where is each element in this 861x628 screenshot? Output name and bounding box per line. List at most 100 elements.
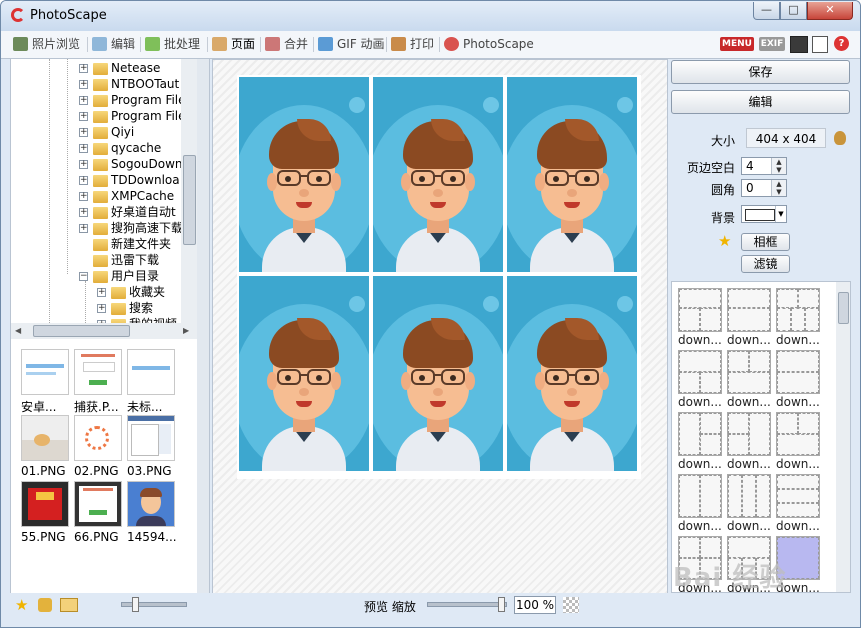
tree-folder-item[interactable]: − 用户目录 xyxy=(79,268,159,284)
expand-icon[interactable]: + xyxy=(79,80,88,89)
expand-icon[interactable]: + xyxy=(79,128,88,137)
minimize-button[interactable]: — xyxy=(753,2,780,20)
frame-template[interactable]: down... xyxy=(776,350,820,409)
scroll-left-arrow-icon[interactable]: ◀ xyxy=(15,326,21,335)
close-button[interactable]: ✕ xyxy=(807,2,853,20)
zoom-slider[interactable] xyxy=(427,597,507,612)
star-icon[interactable]: ★ xyxy=(718,233,731,249)
expand-icon[interactable]: + xyxy=(79,144,88,153)
scroll-right-arrow-icon[interactable]: ▶ xyxy=(183,326,189,335)
frame-template[interactable]: down... xyxy=(678,288,722,347)
frame-template[interactable]: down... xyxy=(727,288,771,347)
scrollbar-thumb[interactable] xyxy=(33,325,130,337)
frame-template[interactable]: down... xyxy=(678,350,722,409)
transparency-icon[interactable] xyxy=(563,597,579,613)
scrollbar-thumb[interactable] xyxy=(183,155,196,245)
tree-folder-item[interactable]: + 搜狗高速下载 xyxy=(79,220,181,236)
file-thumbnail[interactable]: 03.PNG xyxy=(127,415,179,478)
expand-icon[interactable]: + xyxy=(97,288,106,297)
maximize-button[interactable]: □ xyxy=(780,2,807,20)
corner-stepper[interactable]: 0 ▲ ▼ xyxy=(741,179,787,197)
tree-horizontal-scrollbar[interactable]: ◀ ▶ xyxy=(11,323,197,339)
file-thumbnail[interactable]: 安卓... xyxy=(21,349,73,415)
thumbnail-size-slider[interactable] xyxy=(121,597,187,612)
tab-print[interactable]: 打印 xyxy=(389,34,439,55)
tab-editor[interactable]: 编辑 xyxy=(90,34,140,55)
folder-tree[interactable]: + Netease + NTBOOTaut + Program File + Program … xyxy=(11,59,181,323)
frame-template[interactable]: down... xyxy=(727,474,771,533)
panel-splitter[interactable] xyxy=(197,59,209,594)
page-canvas[interactable] xyxy=(212,59,668,595)
layout-photo-cell[interactable] xyxy=(373,77,503,272)
expand-icon[interactable]: + xyxy=(79,112,88,121)
expand-icon[interactable]: + xyxy=(79,224,88,233)
layout-photo-cell[interactable] xyxy=(507,276,637,471)
edit-button[interactable]: 编辑 xyxy=(671,90,850,114)
tree-folder-item[interactable]: +迅雷下载 xyxy=(79,252,159,268)
slider-knob[interactable] xyxy=(498,597,505,612)
frame-template-list[interactable]: down... down... down... down... down... down.… xyxy=(671,281,851,593)
expand-icon[interactable]: + xyxy=(79,208,88,217)
exif-button[interactable]: EXIF xyxy=(759,37,785,51)
stepper-arrows-icon[interactable]: ▲ ▼ xyxy=(771,180,786,196)
refresh-folder-icon[interactable] xyxy=(38,598,52,612)
frame-template[interactable]: down... xyxy=(727,412,771,471)
file-thumbnail[interactable]: 捕获.P... xyxy=(74,349,126,415)
tree-folder-item[interactable]: + NTBOOTaut xyxy=(79,76,179,92)
tree-folder-item[interactable]: + Netease xyxy=(79,60,160,76)
layout-photo-cell[interactable] xyxy=(373,276,503,471)
tab-page[interactable]: 页面 xyxy=(210,34,260,55)
tab-viewer[interactable]: 照片浏览 xyxy=(11,34,87,55)
tree-vertical-scrollbar[interactable] xyxy=(181,59,197,323)
frame-template[interactable]: down... xyxy=(727,350,771,409)
expand-icon[interactable]: + xyxy=(79,160,88,169)
filter-button[interactable]: 滤镜 xyxy=(741,255,790,273)
frame-template[interactable]: down... xyxy=(678,412,722,471)
tree-folder-item[interactable]: +新建文件夹 xyxy=(79,236,171,252)
menu-button[interactable]: MENU xyxy=(720,37,754,51)
layout-photo-cell[interactable] xyxy=(239,77,369,272)
file-thumbnail[interactable]: 55.PNG xyxy=(21,481,73,544)
open-folder-icon[interactable] xyxy=(60,598,78,612)
file-thumbnail[interactable]: 01.PNG xyxy=(21,415,73,478)
copy-icon[interactable] xyxy=(812,36,828,53)
save-button[interactable]: 保存 xyxy=(671,60,850,84)
file-thumbnail[interactable]: 02.PNG xyxy=(74,415,126,478)
frame-button[interactable]: 相框 xyxy=(741,233,790,251)
file-thumbnail[interactable]: 66.PNG xyxy=(74,481,126,544)
frame-template[interactable]: down... xyxy=(678,474,722,533)
tab-gif[interactable]: GIF 动画 xyxy=(316,34,386,55)
layout-photo-cell[interactable] xyxy=(507,77,637,272)
expand-icon[interactable]: + xyxy=(97,304,106,313)
favorite-star-icon[interactable]: ★ xyxy=(15,596,28,614)
tab-combine[interactable]: 合并 xyxy=(263,34,313,55)
tree-folder-item[interactable]: +我的视频 xyxy=(97,316,177,323)
slider-knob[interactable] xyxy=(132,597,139,612)
tab-photoscape[interactable]: PhotoScape xyxy=(442,34,534,55)
tree-folder-item[interactable]: + Program File xyxy=(79,108,181,124)
frame-template[interactable]: down... xyxy=(776,474,820,533)
tree-folder-item[interactable]: + Qiyi xyxy=(79,124,134,140)
tree-folder-item[interactable]: + 搜索 xyxy=(97,300,153,316)
tree-folder-item[interactable]: + Program File xyxy=(79,92,181,108)
zoom-value[interactable]: 100 % xyxy=(514,596,556,614)
tree-folder-item[interactable]: + TDDownloa xyxy=(79,172,180,188)
margin-stepper[interactable]: 4 ▲ ▼ xyxy=(741,157,787,175)
film-icon[interactable] xyxy=(790,36,808,53)
acorn-icon[interactable] xyxy=(834,131,846,145)
frame-template[interactable]: down... xyxy=(776,288,820,347)
stepper-arrows-icon[interactable]: ▲ ▼ xyxy=(771,158,786,174)
expand-icon[interactable]: + xyxy=(79,176,88,185)
tab-batch[interactable]: 批处理 xyxy=(143,34,207,55)
file-thumbnail[interactable]: 未标... xyxy=(127,349,179,415)
expand-icon[interactable]: + xyxy=(79,64,88,73)
tree-folder-item[interactable]: + 好桌道自动t xyxy=(79,204,176,220)
frame-list-scrollbar[interactable] xyxy=(836,282,850,592)
collapse-icon[interactable]: − xyxy=(79,272,88,281)
tree-folder-item[interactable]: + qycache xyxy=(79,140,161,156)
help-icon[interactable]: ? xyxy=(834,36,849,51)
tree-folder-item[interactable]: + SogouDown xyxy=(79,156,181,172)
layout-photo-cell[interactable] xyxy=(239,276,369,471)
tree-folder-item[interactable]: + 收藏夹 xyxy=(97,284,165,300)
background-color-picker[interactable]: ▼ xyxy=(741,205,787,223)
